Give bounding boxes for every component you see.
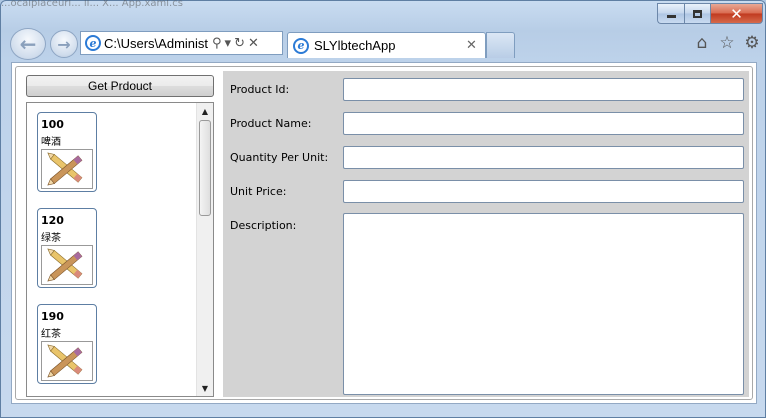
list-item[interactable]: 190 红茶 bbox=[37, 304, 97, 384]
product-name: 啤酒 bbox=[41, 137, 61, 148]
product-name: 红茶 bbox=[41, 329, 61, 340]
page-content: Get Prdouct 100 啤酒 120 绿茶 190 红茶 ▲ ▼ Pro… bbox=[11, 62, 757, 404]
minimize-icon bbox=[666, 15, 676, 18]
description-textarea[interactable] bbox=[343, 213, 744, 395]
home-icon[interactable]: ⌂ bbox=[691, 33, 713, 53]
search-icon[interactable]: ⚲ bbox=[212, 36, 222, 51]
maximize-button[interactable] bbox=[684, 3, 710, 24]
scroll-down-arrow-icon[interactable]: ▼ bbox=[197, 380, 213, 396]
address-bar-buttons: ⚲ ▾ ↻ ✕ bbox=[212, 36, 259, 51]
browser-window: ...ocalplaceurl... ll... X... App.xaml.c… bbox=[0, 0, 766, 418]
caption-buttons: ✕ bbox=[657, 3, 763, 24]
tools-gear-icon[interactable]: ⚙ bbox=[741, 33, 763, 53]
product-id: 120 bbox=[41, 214, 64, 227]
listbox-scrollbar[interactable]: ▲ ▼ bbox=[196, 103, 213, 396]
get-product-button[interactable]: Get Prdouct bbox=[26, 75, 214, 97]
product-id: 100 bbox=[41, 118, 64, 131]
list-item[interactable]: 100 啤酒 bbox=[37, 112, 97, 192]
close-icon: ✕ bbox=[730, 4, 743, 23]
address-bar[interactable]: e C:\Users\Administ ⚲ ▾ ↻ ✕ bbox=[80, 31, 283, 55]
unit-price-label: Unit Price: bbox=[230, 185, 287, 198]
scroll-up-arrow-icon[interactable]: ▲ bbox=[197, 103, 213, 119]
forward-button[interactable]: → bbox=[50, 30, 78, 58]
tab-label: SLYlbtechApp bbox=[314, 38, 396, 53]
product-name-field[interactable] bbox=[343, 112, 744, 135]
product-id: 190 bbox=[41, 310, 64, 323]
window-title: ...ocalplaceurl... ll... X... App.xaml.c… bbox=[1, 0, 183, 9]
browser-toolbar: ⌂ ☆ ⚙ bbox=[691, 32, 763, 54]
back-button[interactable]: ← bbox=[10, 28, 46, 60]
browser-tab[interactable]: e SLYlbtechApp ✕ bbox=[287, 32, 486, 58]
silverlight-app: Get Prdouct 100 啤酒 120 绿茶 190 红茶 ▲ ▼ Pro… bbox=[15, 66, 753, 400]
product-listbox[interactable]: 100 啤酒 120 绿茶 190 红茶 ▲ ▼ bbox=[26, 102, 214, 397]
quantity-per-unit-field[interactable] bbox=[343, 146, 744, 169]
new-tab-button[interactable] bbox=[486, 32, 515, 58]
ie-page-icon: e bbox=[85, 35, 101, 51]
stop-icon[interactable]: ✕ bbox=[248, 36, 259, 51]
product-name-label: Product Name: bbox=[230, 117, 312, 130]
scrollbar-thumb[interactable] bbox=[199, 120, 211, 216]
description-label: Description: bbox=[230, 219, 297, 232]
dropdown-icon[interactable]: ▾ bbox=[225, 36, 232, 51]
favorites-star-icon[interactable]: ☆ bbox=[716, 33, 738, 53]
product-id-label: Product Id: bbox=[230, 83, 290, 96]
minimize-button[interactable] bbox=[657, 3, 684, 24]
back-arrow-icon: ← bbox=[19, 32, 37, 56]
pencils-image bbox=[41, 245, 93, 285]
pencils-image bbox=[41, 149, 93, 189]
address-text[interactable]: C:\Users\Administ bbox=[104, 36, 210, 51]
tab-close-icon[interactable]: ✕ bbox=[466, 38, 477, 53]
product-detail-form: Product Id: Product Name: Quantity Per U… bbox=[223, 71, 749, 397]
maximize-icon bbox=[693, 9, 702, 18]
forward-arrow-icon: → bbox=[57, 34, 71, 54]
quantity-per-unit-label: Quantity Per Unit: bbox=[230, 151, 329, 164]
refresh-icon[interactable]: ↻ bbox=[234, 36, 245, 51]
unit-price-field[interactable] bbox=[343, 180, 744, 203]
pencils-image bbox=[41, 341, 93, 381]
list-item[interactable]: 120 绿茶 bbox=[37, 208, 97, 288]
product-name: 绿茶 bbox=[41, 233, 61, 244]
close-window-button[interactable]: ✕ bbox=[710, 3, 763, 24]
product-id-field[interactable] bbox=[343, 78, 744, 101]
ie-tab-icon: e bbox=[293, 37, 309, 54]
